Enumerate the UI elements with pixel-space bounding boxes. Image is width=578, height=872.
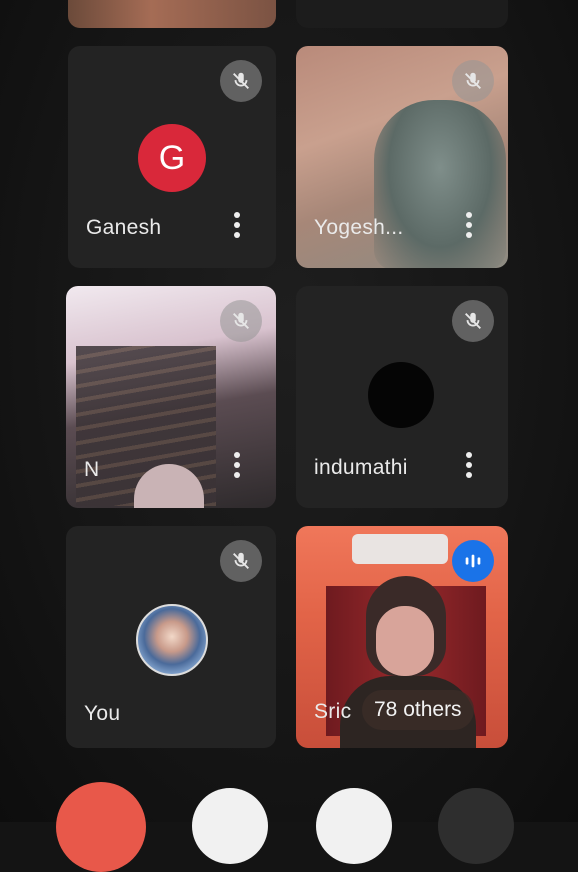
mic-off-icon: [220, 300, 262, 342]
participant-name: Ganesh: [86, 216, 162, 239]
participant-name: Yogesh...: [314, 216, 404, 239]
video-feed: [374, 100, 506, 268]
others-count-pill[interactable]: 78 others: [362, 690, 474, 730]
avatar: [136, 604, 208, 676]
others-count-label: 78 others: [374, 698, 462, 721]
mic-off-icon: [452, 60, 494, 102]
mic-off-icon: [452, 300, 494, 342]
more-vert-icon[interactable]: [464, 452, 474, 482]
more-vert-icon[interactable]: [232, 212, 242, 242]
avatar: [368, 362, 434, 428]
participant-name: indumathi: [314, 456, 408, 479]
mic-off-icon: [220, 540, 262, 582]
more-options-button[interactable]: [438, 788, 514, 864]
participant-tile-yogesh[interactable]: Yogesh...: [296, 46, 508, 268]
audio-wave-icon: [452, 540, 494, 582]
avatar-letter: G: [158, 138, 186, 177]
video-feed-ac-unit: [352, 534, 448, 564]
participant-tile-ganesh[interactable]: G Ganesh: [68, 46, 276, 268]
camera-toggle-button[interactable]: [192, 788, 268, 864]
mic-toggle-button[interactable]: [316, 788, 392, 864]
participant-tile-n[interactable]: N: [66, 286, 276, 508]
mic-off-icon: [220, 60, 262, 102]
participant-name: N: [84, 458, 100, 481]
end-call-button[interactable]: [56, 782, 146, 872]
participant-tile-sric[interactable]: Sric 78 others: [296, 526, 508, 748]
video-feed-face: [376, 606, 434, 676]
more-vert-icon[interactable]: [232, 452, 242, 482]
avatar: G: [138, 124, 206, 192]
meeting-grid-screen: G Ganesh Yogesh... N indumathi You Sric …: [0, 0, 578, 872]
participant-name: You: [84, 702, 121, 725]
participant-name: Sric: [314, 700, 352, 723]
participant-tile-indumathi[interactable]: indumathi: [296, 286, 508, 508]
participant-tile-you[interactable]: You: [66, 526, 276, 748]
participant-tile-partial-right[interactable]: [296, 0, 508, 28]
more-vert-icon[interactable]: [464, 212, 474, 242]
participant-tile-partial[interactable]: [68, 0, 276, 28]
